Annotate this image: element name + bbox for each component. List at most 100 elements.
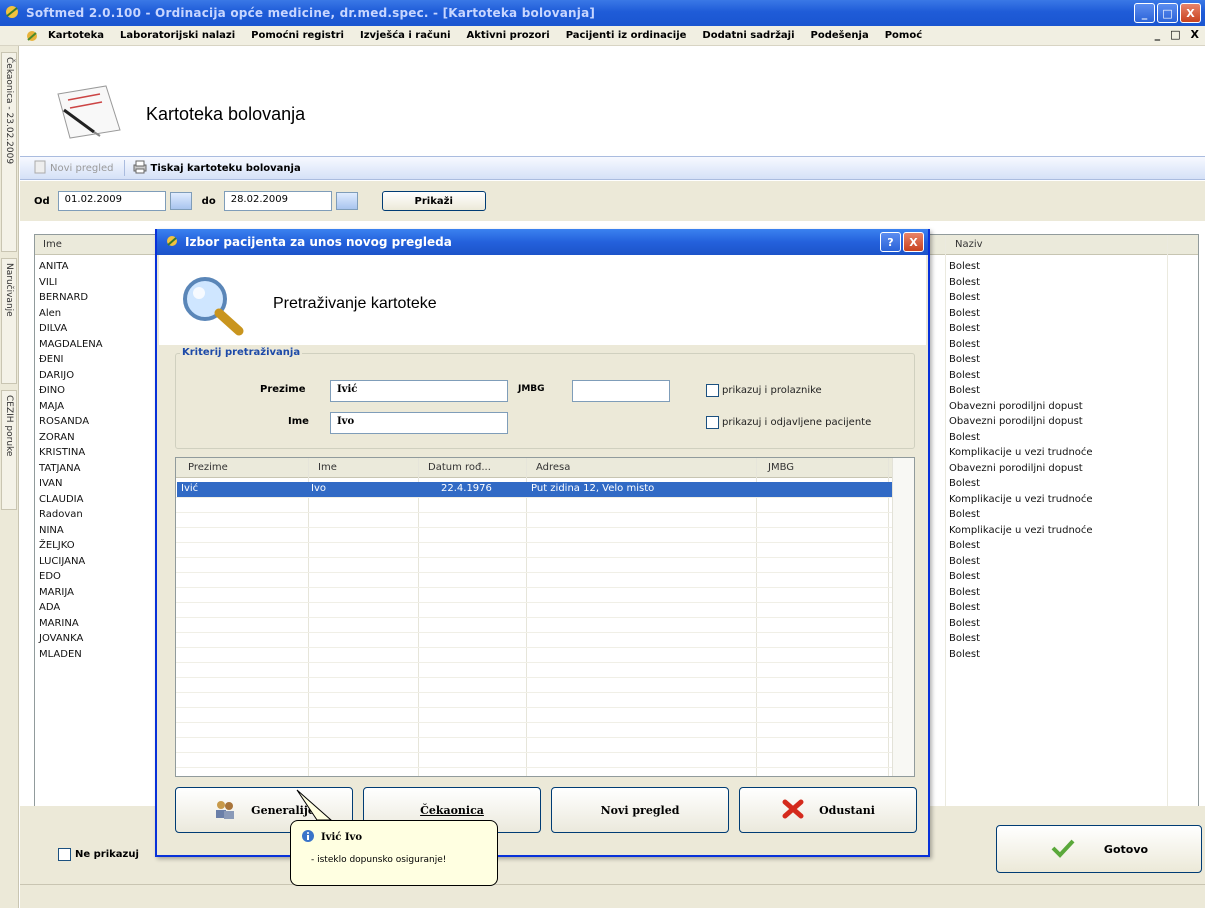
calendar-icon[interactable] (169, 192, 192, 210)
table-row-name[interactable]: ROSANDA (39, 414, 103, 430)
table-row-naziv[interactable]: Bolest (949, 538, 1093, 554)
table-row-naziv[interactable]: Komplikacije u vezi trudnoće (949, 492, 1093, 508)
table-row-naziv[interactable]: Bolest (949, 290, 1093, 306)
col-adresa[interactable]: Adresa (536, 462, 570, 473)
tab-cezih-poruke[interactable]: CEZIH poruke (1, 390, 17, 510)
maximize-button[interactable]: □ (1157, 3, 1178, 23)
table-row-naziv[interactable]: Bolest (949, 600, 1093, 616)
menu-pomocni-registri[interactable]: Pomoćni registri (251, 30, 344, 41)
table-row-name[interactable]: MARINA (39, 616, 103, 632)
new-exam-button[interactable]: Novi pregled (34, 160, 114, 177)
table-row-name[interactable]: DILVA (39, 321, 103, 337)
menu-dodatni-sadrzaji[interactable]: Dodatni sadržaji (702, 30, 794, 41)
table-row-name[interactable]: MLADEN (39, 647, 103, 663)
table-row-naziv[interactable]: Bolest (949, 383, 1093, 399)
menu-izvjesca-i-racuni[interactable]: Izvješća i računi (360, 30, 451, 41)
col-datum-rodjenja[interactable]: Datum rođ... (428, 462, 491, 473)
table-row-name[interactable]: NINA (39, 523, 103, 539)
close-button[interactable]: X (1180, 3, 1201, 23)
table-row-naziv[interactable]: Obavezni porodiljni dopust (949, 461, 1093, 477)
table-row-naziv[interactable]: Bolest (949, 476, 1093, 492)
cancel-button[interactable]: Odustani (739, 787, 917, 833)
surname-input[interactable]: Ivić (330, 380, 508, 402)
table-row-naziv[interactable]: Bolest (949, 585, 1093, 601)
table-row-name[interactable]: ĐINO (39, 383, 103, 399)
menu-laboratorijski-nalazi[interactable]: Laboratorijski nalazi (120, 30, 235, 41)
table-row-name[interactable]: LUCIJANA (39, 554, 103, 570)
table-row-name[interactable]: VILI (39, 275, 103, 291)
window-titlebar[interactable]: Softmed 2.0.100 - Ordinacija opće medici… (0, 0, 1205, 26)
show-transient-checkbox-row[interactable]: prikazuj i prolaznike (706, 384, 822, 397)
table-row-naziv[interactable]: Bolest (949, 616, 1093, 632)
from-date-input[interactable]: 01.02.2009 (57, 191, 166, 211)
calendar-icon[interactable] (335, 192, 358, 210)
mdi-restore-button[interactable]: □ (1170, 28, 1180, 41)
table-row-name[interactable]: KRISTINA (39, 445, 103, 461)
hide-checkbox[interactable] (58, 848, 71, 861)
table-row-naziv[interactable]: Bolest (949, 306, 1093, 322)
table-row-naziv[interactable]: Bolest (949, 430, 1093, 446)
table-row-name[interactable]: MAJA (39, 399, 103, 415)
table-row-name[interactable]: Radovan (39, 507, 103, 523)
menu-pomoc[interactable]: Pomoć (885, 30, 922, 41)
results-table[interactable]: Prezime Ime Datum rođ... Adresa JMBG Ivi… (175, 457, 915, 777)
minimize-button[interactable]: _ (1134, 3, 1155, 23)
jmbg-input[interactable] (572, 380, 670, 402)
vertical-scrollbar[interactable] (892, 458, 914, 776)
done-button[interactable]: Gotovo (996, 825, 1202, 873)
table-row-naziv[interactable]: Bolest (949, 631, 1093, 647)
to-date-input[interactable]: 28.02.2009 (223, 191, 332, 211)
table-row-naziv[interactable]: Bolest (949, 647, 1093, 663)
table-row-naziv[interactable]: Obavezni porodiljni dopust (949, 414, 1093, 430)
name-input[interactable]: Ivo (330, 412, 508, 434)
table-row-naziv[interactable]: Komplikacije u vezi trudnoće (949, 523, 1093, 539)
show-transient-checkbox[interactable] (706, 384, 719, 397)
table-row-naziv[interactable]: Bolest (949, 259, 1093, 275)
table-row-name[interactable]: ĐENI (39, 352, 103, 368)
table-row-name[interactable]: EDO (39, 569, 103, 585)
tab-narucivanje[interactable]: Naručivanje (1, 258, 17, 384)
table-row-name[interactable]: BERNARD (39, 290, 103, 306)
table-row-naziv[interactable]: Bolest (949, 321, 1093, 337)
menu-podesenja[interactable]: Podešenja (811, 30, 869, 41)
col-ime[interactable]: Ime (318, 462, 337, 473)
table-row-name[interactable]: ZORAN (39, 430, 103, 446)
menu-aktivni-prozori[interactable]: Aktivni prozori (467, 30, 550, 41)
table-row-name[interactable]: TATJANA (39, 461, 103, 477)
table-row-name[interactable]: JOVANKA (39, 631, 103, 647)
table-row-selected[interactable]: Ivić Ivo 22.4.1976 Put zidina 12, Velo m… (177, 482, 893, 497)
mdi-close-button[interactable]: X (1191, 28, 1199, 41)
table-row-naziv[interactable]: Obavezni porodiljni dopust (949, 399, 1093, 415)
show-button[interactable]: Prikaži (381, 191, 486, 211)
help-button[interactable]: ? (880, 232, 901, 252)
table-row-name[interactable]: IVAN (39, 476, 103, 492)
dialog-titlebar[interactable]: Izbor pacijenta za unos novog pregleda ?… (157, 229, 928, 255)
table-row-naziv[interactable]: Bolest (949, 337, 1093, 353)
table-row-naziv[interactable]: Bolest (949, 569, 1093, 585)
table-row-name[interactable]: MAGDALENA (39, 337, 103, 353)
print-button[interactable]: Tiskaj kartoteku bolovanja (133, 160, 301, 177)
hide-checkbox-row[interactable]: Ne prikazuj (58, 848, 139, 861)
table-row-name[interactable]: ŽELJKO (39, 538, 103, 554)
new-exam-dialog-button[interactable]: Novi pregled (551, 787, 729, 833)
menu-kartoteka[interactable]: Kartoteka (48, 30, 104, 41)
table-row-naziv[interactable]: Bolest (949, 554, 1093, 570)
col-jmbg[interactable]: JMBG (768, 462, 794, 473)
table-row-name[interactable]: CLAUDIA (39, 492, 103, 508)
dialog-close-button[interactable]: X (903, 232, 924, 252)
col-ime[interactable]: Ime (43, 239, 62, 250)
menu-pacijenti-iz-ordinacije[interactable]: Pacijenti iz ordinacije (566, 30, 687, 41)
table-row-naziv[interactable]: Bolest (949, 507, 1093, 523)
table-row-name[interactable]: MARIJA (39, 585, 103, 601)
table-row-name[interactable]: Alen (39, 306, 103, 322)
table-row-name[interactable]: DARIJO (39, 368, 103, 384)
show-deregistered-checkbox-row[interactable]: prikazuj i odjavljene pacijente (706, 416, 871, 429)
table-row-naziv[interactable]: Bolest (949, 368, 1093, 384)
table-row-naziv[interactable]: Bolest (949, 275, 1093, 291)
col-naziv[interactable]: Naziv (955, 239, 983, 250)
table-row-naziv[interactable]: Bolest (949, 352, 1093, 368)
table-row-naziv[interactable]: Komplikacije u vezi trudnoće (949, 445, 1093, 461)
mdi-minimize-button[interactable]: _ (1155, 28, 1161, 41)
table-row-name[interactable]: ADA (39, 600, 103, 616)
show-deregistered-checkbox[interactable] (706, 416, 719, 429)
